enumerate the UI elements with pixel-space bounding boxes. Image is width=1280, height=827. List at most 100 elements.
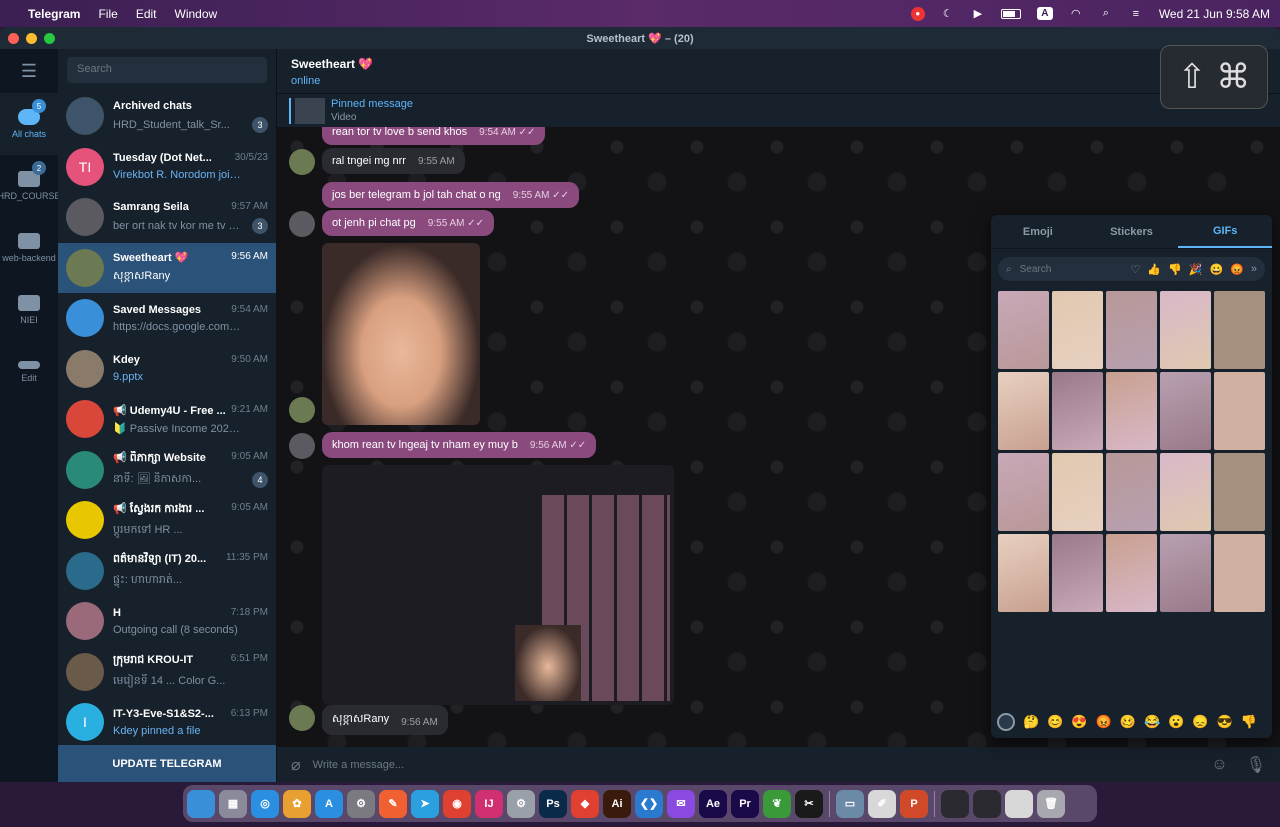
gif-thumbnail[interactable] — [1052, 534, 1103, 612]
menu-app-name[interactable]: Telegram — [28, 7, 80, 21]
window-thumb-3-icon[interactable] — [1005, 789, 1033, 818]
gif-thumbnail[interactable] — [998, 372, 1049, 450]
leaf-icon[interactable]: ❦ — [763, 789, 791, 818]
recent-emoji[interactable]: 😊 — [1047, 714, 1063, 730]
more-categories-icon[interactable]: » — [1251, 263, 1257, 276]
battery-icon[interactable] — [1000, 8, 1021, 19]
recent-emoji[interactable]: 😞 — [1192, 714, 1208, 730]
menu-clock[interactable]: Wed 21 Jun 9:58 AM — [1159, 7, 1270, 21]
screenshot-image-message[interactable] — [322, 465, 674, 705]
smile-category-icon[interactable]: 😀 — [1209, 263, 1223, 276]
message-bubble[interactable]: jos ber telegram b jol tah chat o ng 9:5… — [322, 182, 580, 208]
chat-list-item[interactable]: TI Tuesday (Dot Net... 30/5/23 Virekbot R. … — [58, 142, 276, 193]
chat-list-item[interactable]: Archived chats HRD_Student_talk_Sr... 3 — [58, 91, 276, 142]
aftereffects-icon[interactable]: Ae — [699, 789, 727, 818]
chat-list-item[interactable]: 📢 ពិភាក្សា Website 9:05 AM នាទី: 🖼 និកាសកា… — [58, 445, 276, 496]
menu-window[interactable]: Window — [175, 7, 218, 21]
chrome-icon[interactable]: ◉ — [443, 789, 471, 818]
preview-icon[interactable]: ▭ — [836, 789, 864, 818]
chat-list-item[interactable]: Sweetheart 💖 9:56 AM សុខ្ភាសRany — [58, 242, 276, 293]
safari-icon[interactable]: ◎ — [251, 789, 279, 818]
heart-category-icon[interactable]: ♡ — [1130, 263, 1140, 276]
gif-search-input[interactable]: ⌕ Search ♡ 👍 👎 🎉 😀 😡 » — [998, 257, 1265, 281]
thumbs-down-category-icon[interactable]: 👎 — [1168, 263, 1182, 276]
avatar[interactable] — [289, 705, 315, 731]
chat-list-item[interactable]: H 7:18 PM Outgoing call (8 seconds) — [58, 596, 276, 647]
recent-clock-icon[interactable] — [997, 713, 1015, 731]
attach-icon[interactable]: ⌀ — [291, 755, 301, 775]
message-bubble[interactable]: rean tor tv love b send khos 9:54 AM ✓✓ — [322, 127, 546, 145]
gif-thumbnail[interactable] — [1214, 291, 1265, 369]
chat-header[interactable]: Sweetheart 💖 online — [277, 49, 1280, 93]
recent-emoji[interactable]: 🤔 — [1023, 714, 1039, 730]
folder-edit[interactable]: Edit — [0, 341, 58, 403]
play-icon[interactable]: ▶ — [971, 8, 985, 20]
menu-file[interactable]: File — [98, 7, 117, 21]
menu-edit[interactable]: Edit — [136, 7, 157, 21]
window-thumb-1-icon[interactable] — [941, 789, 969, 818]
thumbs-up-category-icon[interactable]: 👍 — [1147, 263, 1161, 276]
settings-icon[interactable]: ⚙ — [347, 789, 375, 818]
message-bubble[interactable]: ral tngei mg nrr 9:55 AM — [322, 148, 465, 174]
swift-icon[interactable]: ✎ — [379, 789, 407, 818]
search-input[interactable]: Search — [67, 57, 267, 83]
recent-emoji[interactable]: 😎 — [1217, 714, 1233, 730]
gif-thumbnail[interactable] — [1214, 534, 1265, 612]
messenger-icon[interactable]: ✉ — [667, 789, 695, 818]
chat-list-item[interactable]: 📢 Udemy4U - Free ... 9:21 AM 🔰 Passive Inc… — [58, 394, 276, 445]
photoshop-icon[interactable]: Ps — [539, 789, 567, 818]
menu-hamburger-icon[interactable]: ☰ — [0, 49, 58, 93]
gif-thumbnail[interactable] — [1160, 453, 1211, 531]
gif-thumbnail[interactable] — [1160, 372, 1211, 450]
avatar[interactable] — [289, 211, 315, 237]
chat-list-item[interactable]: ពត៌មានវិទ្យា (IT) 20... 11:35 PM ផ្ទុះ: ហា… — [58, 546, 276, 597]
emoji-icon[interactable]: ☺ — [1211, 756, 1227, 774]
window-thumb-2-icon[interactable] — [973, 789, 1001, 818]
tab-stickers[interactable]: Stickers — [1085, 215, 1179, 248]
telegram-icon[interactable]: ➤ — [411, 789, 439, 818]
folder-niei[interactable]: NIEI — [0, 279, 58, 341]
recent-emoji[interactable]: 👎 — [1241, 714, 1257, 730]
gif-thumbnail[interactable] — [1106, 453, 1157, 531]
recent-emoji[interactable]: 😮 — [1168, 714, 1184, 730]
record-status-icon[interactable]: ● — [910, 6, 925, 21]
photos-icon[interactable]: ✿ — [283, 789, 311, 818]
vscode-icon[interactable]: ❮❯ — [635, 789, 663, 818]
chat-list-item[interactable]: ក្រុមរាជ KROU-IT 6:51 PM មេរៀនទី 14 ... Co… — [58, 647, 276, 698]
message-bubble[interactable]: khom rean tv lngeaj tv nham ey muy b 9:5… — [322, 432, 597, 458]
trash-icon[interactable]: 🗑 — [1037, 789, 1065, 818]
folder-web-backend[interactable]: web-backend — [0, 217, 58, 279]
gif-thumbnail[interactable] — [1214, 372, 1265, 450]
avatar[interactable] — [289, 433, 315, 459]
update-telegram-button[interactable]: UPDATE TELEGRAM — [58, 745, 276, 782]
message-bubble[interactable]: ot jenh pi chat pg 9:55 AM ✓✓ — [322, 210, 495, 236]
chat-list-item[interactable]: I IT-Y3-Eve-S1&S2-... 6:13 PM Kdey pinned a… — [58, 697, 276, 748]
avatar[interactable] — [289, 397, 315, 423]
moon-icon[interactable]: ☾ — [941, 8, 955, 20]
launchpad-icon[interactable]: ▦ — [219, 789, 247, 818]
premiere-icon[interactable]: Pr — [731, 789, 759, 818]
textedit-icon[interactable]: ✐ — [868, 789, 896, 818]
chat-list-item[interactable]: Saved Messages 9:54 AM https://docs.google… — [58, 293, 276, 344]
chat-list-item[interactable]: 📢 ស្វែងរក ការងារ ... 9:05 AM ប្តូរមកទៅ HR … — [58, 495, 276, 546]
gif-thumbnail[interactable] — [1106, 372, 1157, 450]
gif-thumbnail[interactable] — [998, 291, 1049, 369]
appstore-icon[interactable]: A — [315, 789, 343, 818]
chat-list-item[interactable]: Samrang Seila 9:57 AM ber ort nak tv kor m… — [58, 192, 276, 243]
wifi-icon[interactable]: ◠ — [1069, 8, 1083, 20]
intellij-icon[interactable]: IJ — [475, 789, 503, 818]
gif-thumbnail[interactable] — [998, 534, 1049, 612]
gif-thumbnail[interactable] — [998, 453, 1049, 531]
spotlight-search-icon[interactable]: ⌕ — [1099, 7, 1113, 20]
gif-thumbnail[interactable] — [1052, 453, 1103, 531]
folder-hrd-course[interactable]: 2 HRD_COURSE — [0, 155, 61, 217]
recent-emoji[interactable]: 😡 — [1096, 714, 1112, 730]
utility-icon[interactable]: ⚙ — [507, 789, 535, 818]
gif-thumbnail[interactable] — [1052, 291, 1103, 369]
gif-thumbnail[interactable] — [1052, 372, 1103, 450]
chat-list-item[interactable]: Kdey 9:50 AM 9.pptx — [58, 344, 276, 395]
message-bubble[interactable]: សុខ្ភាសRany 9:56 AM — [322, 705, 448, 735]
gif-thumbnail[interactable] — [1106, 534, 1157, 612]
git-icon[interactable]: ◆ — [571, 789, 599, 818]
recent-emoji[interactable]: 🥴 — [1120, 714, 1136, 730]
